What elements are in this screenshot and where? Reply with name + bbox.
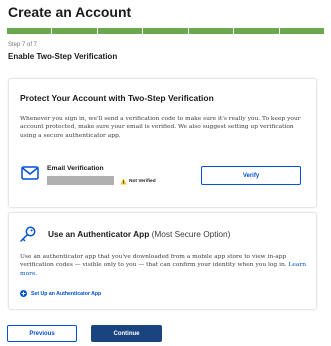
progress-segment — [279, 28, 324, 34]
plus-circle-icon — [20, 290, 27, 297]
authenticator-heading-main: Use an Authenticator App — [48, 229, 150, 239]
authenticator-heading-note: (Most Secure Option) — [151, 229, 231, 239]
verification-status: Not Verified — [120, 178, 156, 185]
progress-segment — [7, 28, 52, 34]
verify-button[interactable]: Verify — [201, 166, 301, 185]
warning-icon — [120, 178, 127, 185]
progress-segment — [143, 28, 188, 34]
two-step-heading: Protect Your Account with Two-Step Verif… — [20, 93, 214, 103]
authenticator-card: Use an Authenticator App (Most Secure Op… — [8, 212, 317, 310]
page-title: Create an Account — [8, 4, 132, 20]
progress-segment — [97, 28, 143, 34]
step-title: Enable Two-Step Verification — [8, 52, 118, 61]
continue-button[interactable]: Continue — [91, 325, 162, 342]
progress-bar — [7, 28, 324, 34]
status-badge: Not Verified — [129, 179, 156, 184]
email-verification-label: Email Verification — [47, 165, 104, 172]
setup-authenticator-link[interactable]: Set Up an Authenticator App — [20, 290, 101, 297]
progress-segment — [52, 28, 97, 34]
two-step-description: Whenever you sign in, we'll send a verif… — [20, 116, 301, 139]
two-step-card: Protect Your Account with Two-Step Verif… — [8, 78, 317, 208]
email-address-redacted — [47, 176, 114, 185]
previous-button[interactable]: Previous — [7, 325, 77, 342]
authenticator-description-text: Use an authenticator app that you've dow… — [20, 254, 287, 269]
authenticator-description: Use an authenticator app that you've dow… — [20, 253, 310, 278]
progress-segment — [188, 28, 234, 34]
step-counter: Step 7 of 7 — [8, 42, 38, 48]
progress-segment — [234, 28, 279, 34]
authenticator-heading: Use an Authenticator App (Most Secure Op… — [48, 229, 230, 239]
envelope-icon — [21, 166, 39, 180]
setup-authenticator-label[interactable]: Set Up an Authenticator App — [31, 291, 101, 297]
key-icon — [20, 226, 36, 242]
